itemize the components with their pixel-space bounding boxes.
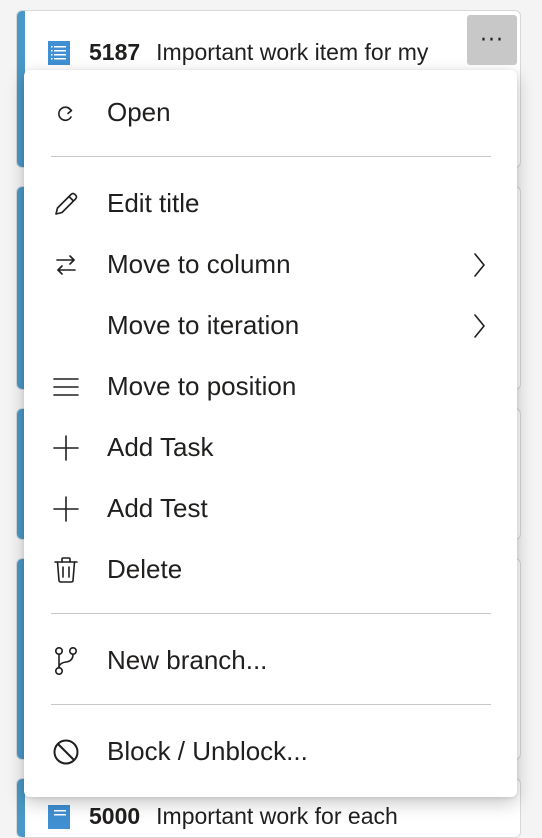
ellipsis-icon: ··· [480,27,504,53]
work-item-icon [47,804,73,830]
menu-item-label: Add Task [107,432,214,462]
menu-item-label: Move to iteration [107,310,300,340]
context-menu: Open Edit title Move to column Move to i… [24,70,517,797]
menu-divider [51,704,491,705]
menu-item-move-to-iteration[interactable]: Move to iteration [24,295,517,356]
block-icon [51,737,81,767]
menu-item-label: Add Test [107,493,208,523]
menu-item-open[interactable]: Open [24,82,517,143]
menu-item-label: Edit title [107,188,200,218]
work-item-id: 5000 [89,803,141,829]
chevron-right-icon [468,311,490,341]
menu-item-add-task[interactable]: Add Task [24,417,517,478]
menu-divider [51,613,491,614]
chevron-right-icon [468,250,490,280]
menu-item-add-test[interactable]: Add Test [24,478,517,539]
list-lines-icon [51,372,81,402]
menu-item-label: Move to position [107,371,297,401]
swap-arrows-icon [51,250,81,280]
menu-item-label: Open [107,97,171,127]
work-item-icon [47,40,73,66]
menu-item-edit-title[interactable]: Edit title [24,173,517,234]
work-item-title[interactable]: Important work item for my [156,39,428,66]
plus-icon [51,494,81,524]
work-item-title[interactable]: Important work for each [156,803,398,830]
menu-item-move-to-position[interactable]: Move to position [24,356,517,417]
work-item-id: 5187 [89,39,141,65]
menu-item-delete[interactable]: Delete [24,539,517,600]
branch-icon [51,646,81,676]
menu-item-label: Move to column [107,249,291,279]
menu-item-label: Delete [107,554,183,584]
card-header: 5000 Important work for each [47,803,487,830]
menu-divider [51,156,491,157]
plus-icon [51,433,81,463]
card-header: 5187 Important work item for my [47,39,487,66]
menu-item-new-branch[interactable]: New branch... [24,630,517,691]
menu-item-label: Block / Unblock... [107,736,308,766]
open-icon [51,98,81,128]
menu-item-label: New branch... [107,645,268,675]
trash-icon [51,555,81,585]
menu-item-move-to-column[interactable]: Move to column [24,234,517,295]
pencil-icon [51,189,81,219]
more-actions-button[interactable]: ··· [467,15,517,65]
menu-item-block-unblock[interactable]: Block / Unblock... [24,721,517,782]
